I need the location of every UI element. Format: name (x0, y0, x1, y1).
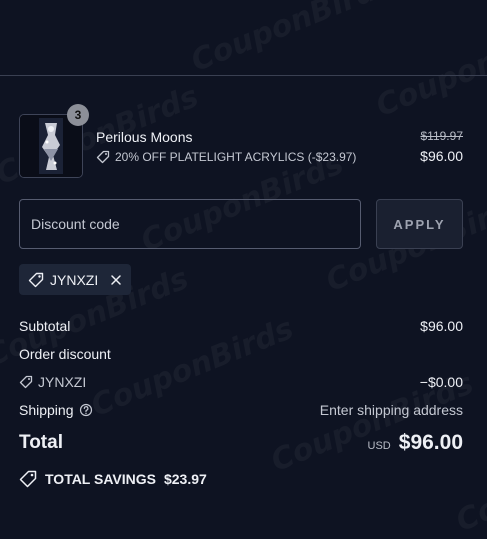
shipping-row: Shipping Enter shipping address (19, 402, 463, 418)
original-price: $119.97 (420, 129, 464, 143)
discount-code-row: JYNXZI −$0.00 (19, 374, 463, 390)
savings-value: $23.97 (163, 471, 207, 487)
header-divider (0, 75, 487, 76)
quantity-badge: 3 (67, 104, 89, 126)
subtotal-row: Subtotal $96.00 (19, 318, 463, 334)
savings-tag-icon (19, 470, 37, 488)
product-discount: 20% OFF PLATELIGHT ACRYLICS (-$23.97) (96, 150, 356, 164)
order-discount-label: Order discount (19, 346, 111, 362)
order-discount-row: Order discount (19, 346, 463, 362)
watermark: CouponBirds (186, 0, 398, 79)
apply-button[interactable]: APPLY (376, 199, 463, 249)
tag-icon (28, 272, 44, 288)
remove-discount-icon[interactable] (110, 274, 122, 286)
shipping-label: Shipping (19, 402, 74, 418)
applied-discount-code: JYNXZI (50, 271, 99, 288)
tag-icon (19, 375, 33, 389)
total-value-group: USD $96.00 (368, 431, 463, 455)
total-label: Total (19, 432, 63, 453)
total-value: $96.00 (398, 431, 463, 454)
applied-discount-chip: JYNXZI (19, 264, 131, 295)
shipping-line: Shipping (19, 402, 93, 418)
product-discount-label: 20% OFF PLATELIGHT ACRYLICS (-$23.97) (115, 150, 357, 164)
total-row: Total USD $96.00 (19, 431, 463, 455)
help-icon[interactable] (79, 403, 93, 417)
discount-code-input[interactable] (19, 199, 361, 249)
line-item: 3 Perilous Moons 20% OFF PLATELIGHT ACRY… (19, 104, 464, 178)
discount-code-label: JYNXZI (38, 374, 87, 390)
subtotal-value: $96.00 (420, 318, 463, 334)
total-savings: TOTAL SAVINGS $23.97 (19, 470, 207, 488)
item-price: $96.00 (420, 148, 463, 164)
watermark: CouponBirds (371, 11, 487, 124)
discount-value: −$0.00 (419, 374, 463, 390)
savings-label: TOTAL SAVINGS (45, 471, 156, 487)
product-name: Perilous Moons (96, 129, 193, 145)
discount-code-line: JYNXZI (19, 374, 86, 390)
shipping-value: Enter shipping address (319, 402, 463, 418)
currency-code: USD (367, 440, 391, 452)
subtotal-label: Subtotal (19, 318, 71, 334)
tag-icon (96, 150, 110, 164)
